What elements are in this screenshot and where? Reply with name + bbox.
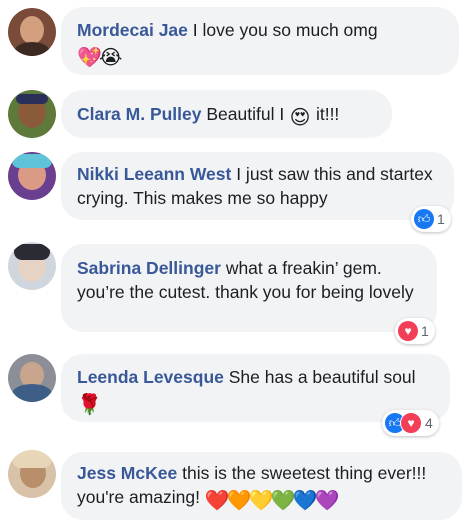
comment-text: I love you so much omg xyxy=(192,20,378,40)
commenter-name[interactable]: Sabrina Dellinger xyxy=(77,258,221,278)
commenter-name[interactable]: Clara M. Pulley xyxy=(77,104,202,124)
reactions-badge[interactable]: 👍︎ 1 xyxy=(411,206,451,232)
avatar[interactable] xyxy=(8,242,56,290)
reactions-badge[interactable]: ♥ 1 xyxy=(395,318,435,344)
love-icon: ♥ xyxy=(400,412,422,434)
sparkling-heart-emoji: 💖 xyxy=(77,47,102,69)
love-icon: ♥ xyxy=(398,321,418,341)
commenter-name[interactable]: Mordecai Jae xyxy=(77,20,188,40)
heart-eyes-emoji: 😍 xyxy=(289,107,311,129)
avatar[interactable] xyxy=(8,8,56,56)
comment-bubble: Clara M. Pulley Beautiful I 😍 it!!! xyxy=(61,90,392,138)
avatar[interactable] xyxy=(8,152,56,200)
reactions-badge[interactable]: 👍︎ ♥ 4 xyxy=(382,410,439,436)
orange-heart-emoji: 🧡 xyxy=(226,490,252,512)
crying-face-emoji: 😭 xyxy=(99,47,123,69)
avatar[interactable] xyxy=(8,354,56,402)
reaction-count: 4 xyxy=(425,415,433,431)
commenter-name[interactable]: Leenda Levesque xyxy=(77,367,224,387)
avatar[interactable] xyxy=(8,90,56,138)
comment-bubble: Jess McKee this is the sweetest thing ev… xyxy=(61,452,462,520)
comment-text: She has a beautiful soul xyxy=(228,367,416,387)
commenter-name[interactable]: Jess McKee xyxy=(77,463,177,483)
avatar[interactable] xyxy=(8,450,56,498)
yellow-heart-emoji: 💛 xyxy=(248,490,274,512)
reaction-count: 1 xyxy=(421,323,429,339)
green-heart-emoji: 💚 xyxy=(270,490,296,512)
red-heart-emoji: ❤️ xyxy=(204,490,230,512)
blue-heart-emoji: 💙 xyxy=(292,490,318,512)
comment-text: it!!! xyxy=(315,104,340,124)
comment-text: Beautiful I xyxy=(206,104,285,124)
rose-emoji: 🌹 xyxy=(77,394,102,416)
reaction-count: 1 xyxy=(437,211,445,227)
purple-heart-emoji: 💜 xyxy=(314,490,340,512)
commenter-name[interactable]: Nikki Leeann West xyxy=(77,164,231,184)
like-icon: 👍︎ xyxy=(414,209,434,229)
comment-bubble: Nikki Leeann West I just saw this and st… xyxy=(61,152,454,220)
comment-bubble: Mordecai Jae I love you so much omg 💖😭 xyxy=(61,7,459,75)
comment-bubble: Sabrina Dellinger what a freakin’ gem. y… xyxy=(61,244,437,332)
